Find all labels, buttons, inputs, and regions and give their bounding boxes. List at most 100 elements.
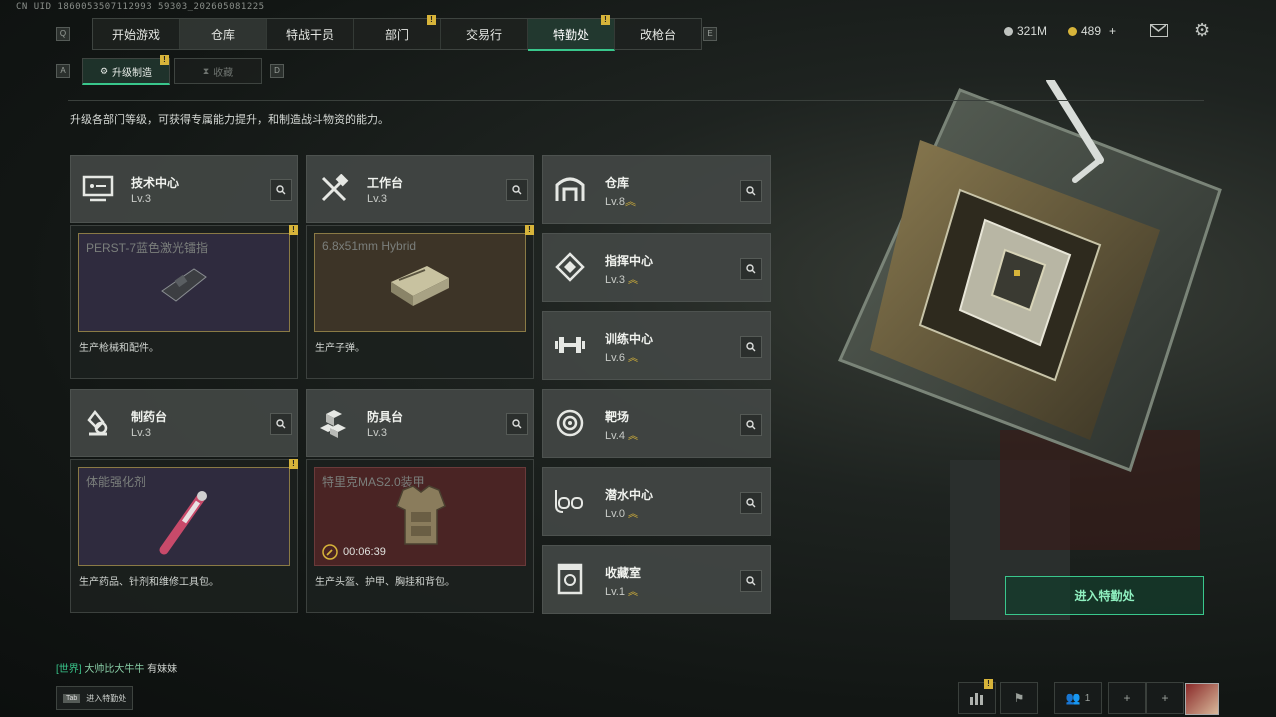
product-badge: ! bbox=[289, 225, 298, 235]
search-icon[interactable] bbox=[740, 180, 762, 202]
facility-name: 指挥中心 bbox=[605, 254, 654, 268]
nav-key-left: Q bbox=[56, 27, 70, 41]
tab-start-game[interactable]: 开始游戏 bbox=[93, 19, 180, 49]
search-icon[interactable] bbox=[740, 336, 762, 358]
facility-command-center[interactable]: 指挥中心 Lv.3 ︽ bbox=[542, 233, 771, 302]
upgrade-chevron-icon: ︽ bbox=[627, 275, 638, 286]
facility-level: Lv.4 ︽ bbox=[605, 430, 638, 442]
sub-nav: ⚙ 升级制造 ! ⧗ 收藏 bbox=[82, 55, 262, 85]
silver-coin-icon bbox=[1004, 26, 1013, 36]
dept-workbench[interactable]: 工作台 Lv.3 bbox=[306, 155, 534, 223]
tab-warehouse[interactable]: 仓库 bbox=[180, 19, 267, 49]
dept-name: 制药台 bbox=[131, 410, 168, 424]
flag-icon: ⚑ bbox=[1013, 691, 1025, 705]
add-member-button-2[interactable]: + bbox=[1146, 682, 1184, 714]
facility-diving-center[interactable]: 潜水中心 Lv.0 ︽ bbox=[542, 467, 771, 536]
tab-shortcut-hint[interactable]: Tab 进入特勤处 bbox=[56, 686, 134, 710]
dept-name: 防具台 bbox=[367, 410, 404, 424]
gold-coin-icon bbox=[1068, 26, 1077, 36]
facility-level: Lv.8︽ bbox=[605, 196, 636, 208]
armor-vest-image bbox=[396, 485, 446, 545]
add-member-button-1[interactable]: + bbox=[1108, 682, 1146, 714]
product-frame: 体能强化剂 bbox=[78, 467, 290, 566]
upgrade-chevron-icon: ︽ bbox=[627, 587, 638, 598]
avatar[interactable] bbox=[1185, 683, 1219, 715]
flag-button[interactable]: ⚑ bbox=[1000, 682, 1038, 714]
stats-badge: ! bbox=[984, 679, 993, 689]
gold-currency[interactable]: 489 + bbox=[1068, 24, 1116, 38]
search-icon[interactable] bbox=[270, 179, 292, 201]
facility-shooting-range[interactable]: 靶场 Lv.4 ︽ bbox=[542, 389, 771, 458]
training-center-icon bbox=[553, 328, 587, 362]
dept-armor-bench[interactable]: 防具台 Lv.3 bbox=[306, 389, 534, 457]
nav-key-right: E bbox=[703, 27, 717, 41]
silver-currency[interactable]: 321M bbox=[1004, 24, 1047, 38]
product-name: 6.8x51mm Hybrid bbox=[322, 239, 417, 253]
facility-warehouse[interactable]: 仓库 Lv.8︽ bbox=[542, 155, 771, 224]
command-center-icon bbox=[553, 250, 587, 284]
tab-trading[interactable]: 交易行 bbox=[441, 19, 528, 49]
subtab-upgrade[interactable]: ⚙ 升级制造 ! bbox=[82, 55, 170, 85]
mail-icon[interactable] bbox=[1150, 24, 1168, 37]
upgrade-chevron-icon: ︽ bbox=[624, 196, 636, 208]
settings-gear-icon[interactable]: ⚙ bbox=[1194, 21, 1210, 39]
dept-tech-center[interactable]: 技术中心 Lv.3 bbox=[70, 155, 298, 223]
main-nav: 开始游戏 仓库 特战干员 部门! 交易行 特勤处! 改枪台 bbox=[92, 15, 702, 51]
tab-badge: ! bbox=[601, 15, 610, 25]
subtab-collection[interactable]: ⧗ 收藏 bbox=[174, 58, 262, 84]
search-icon[interactable] bbox=[506, 413, 528, 435]
product-name: PERST-7蓝色激光镭指 bbox=[86, 241, 209, 255]
shooting-range-icon bbox=[553, 406, 587, 440]
product-card-armor[interactable]: 特里克MAS2.0装甲 00:06:39 生产头盔、护甲、胸挂和背包。 bbox=[306, 459, 534, 613]
search-icon[interactable] bbox=[740, 570, 762, 592]
chat-sender: 大帅比大牛牛 bbox=[84, 664, 145, 675]
product-card-pharmacy[interactable]: 体能强化剂 ! 生产药品、针剂和维修工具包。 bbox=[70, 459, 298, 613]
facility-name: 仓库 bbox=[605, 176, 630, 190]
facility-training-center[interactable]: 训练中心 Lv.6 ︽ bbox=[542, 311, 771, 380]
search-icon[interactable] bbox=[740, 258, 762, 280]
user-id-label: CN UID 1860053507112993 59303_2026050812… bbox=[16, 2, 265, 12]
tab-badge: ! bbox=[427, 15, 436, 25]
enter-special-ops-button[interactable]: 进入特勤处 bbox=[1005, 576, 1204, 615]
product-badge: ! bbox=[289, 459, 298, 469]
product-card-workbench[interactable]: 6.8x51mm Hybrid ! 生产子弹。 bbox=[306, 225, 534, 379]
wrench-timer-icon bbox=[322, 544, 338, 560]
search-icon[interactable] bbox=[740, 492, 762, 514]
subnav-key-left: A bbox=[56, 64, 70, 78]
world-chat-message[interactable]: [世界] 大帅比大牛牛 有妹妹 bbox=[56, 660, 177, 675]
search-icon[interactable] bbox=[506, 179, 528, 201]
product-card-tech[interactable]: PERST-7蓝色激光镭指 ! 生产枪械和配件。 bbox=[70, 225, 298, 379]
facility-collection-room[interactable]: 收藏室 Lv.1 ︽ bbox=[542, 545, 771, 614]
party-button[interactable]: 👥 1 bbox=[1054, 682, 1102, 714]
facility-name: 收藏室 bbox=[605, 566, 642, 580]
tab-operators[interactable]: 特战干员 bbox=[267, 19, 354, 49]
product-badge: ! bbox=[525, 225, 534, 235]
facility-level: Lv.6 ︽ bbox=[605, 352, 638, 364]
dept-pharmacy[interactable]: 制药台 Lv.3 bbox=[70, 389, 298, 457]
bar-chart-icon bbox=[970, 693, 983, 705]
page-description: 升级各部门等级，可获得专属能力提升，和制造战斗物资的能力。 bbox=[70, 114, 389, 126]
tech-center-icon bbox=[81, 172, 115, 206]
tab-department[interactable]: 部门! bbox=[354, 15, 441, 49]
product-frame: 6.8x51mm Hybrid bbox=[314, 233, 526, 332]
stimulant-injector-image bbox=[159, 491, 207, 555]
subnav-key-right: D bbox=[270, 64, 284, 78]
tab-gunsmith[interactable]: 改枪台 bbox=[615, 19, 701, 49]
search-icon[interactable] bbox=[740, 414, 762, 436]
dept-level: Lv.3 bbox=[367, 193, 387, 205]
product-frame: 特里克MAS2.0装甲 00:06:39 bbox=[314, 467, 526, 566]
subtab-badge: ! bbox=[160, 55, 169, 65]
upgrade-chevron-icon: ︽ bbox=[627, 509, 638, 520]
facility-name: 潜水中心 bbox=[605, 488, 654, 502]
chat-text: 有妹妹 bbox=[147, 664, 178, 675]
upgrade-icon: ⚙ bbox=[99, 65, 109, 76]
warehouse-icon bbox=[553, 172, 587, 206]
product-name: 体能强化剂 bbox=[86, 475, 147, 489]
ammo-box-image bbox=[391, 266, 449, 306]
search-icon[interactable] bbox=[270, 413, 292, 435]
tab-special-ops[interactable]: 特勤处! bbox=[528, 15, 615, 51]
pharmacy-icon bbox=[81, 406, 115, 440]
tab-key: Tab bbox=[63, 693, 81, 703]
stats-button[interactable]: ! bbox=[958, 679, 996, 714]
facility-name: 训练中心 bbox=[605, 332, 654, 346]
